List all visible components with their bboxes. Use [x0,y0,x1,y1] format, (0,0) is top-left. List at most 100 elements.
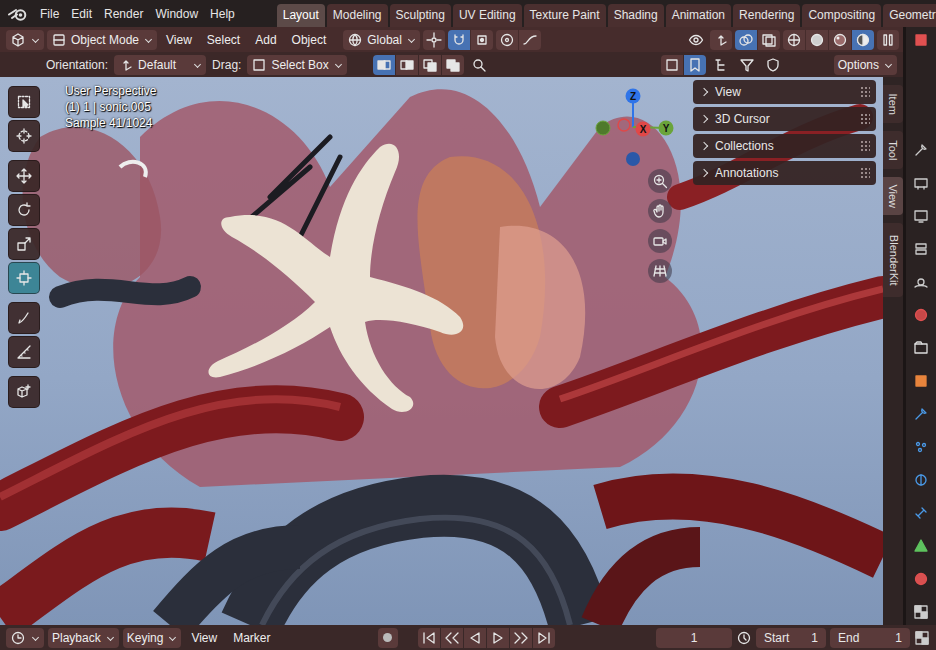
header-menu[interactable]: Select [201,31,246,49]
end-value[interactable]: 1 [895,629,902,647]
sidebar-tab[interactable]: BlenderKit [883,223,903,297]
sidebar-tab[interactable]: View [883,177,903,215]
camera-button[interactable] [648,229,672,253]
chevron-icon[interactable] [700,115,708,123]
grip-icon[interactable] [860,140,870,152]
workspace-label[interactable]: Sculpting [396,6,445,24]
output-tab[interactable] [913,208,929,229]
frame-value[interactable]: 1 [691,629,698,647]
header-menu[interactable]: Object [286,31,333,49]
sidebar-panel[interactable]: 3D Cursor [693,107,876,131]
zoom-button[interactable] [648,169,672,193]
timeline-menu[interactable]: Marker [227,629,276,647]
workspace-tab[interactable]: Compositing [802,4,881,27]
axis-gizmo[interactable]: ZYX [588,81,684,177]
shading-mat-button[interactable] [829,30,851,50]
pan-button[interactable] [648,199,672,223]
select-mode-button[interactable] [396,55,418,75]
xray-button[interactable] [758,30,780,50]
workspace-label[interactable]: Compositing [808,6,875,24]
render-tab[interactable] [913,175,929,196]
modifier-tab[interactable] [913,406,929,427]
world-tab[interactable] [913,307,929,328]
sidebar-panel[interactable]: View [693,80,876,104]
tab-label[interactable]: BlenderKit [885,235,902,286]
tool-button[interactable] [8,262,40,294]
workspace-label[interactable]: Geometr [889,6,936,24]
filter-button[interactable] [736,55,758,75]
constraints-tab[interactable] [913,505,929,526]
sidebar-panel[interactable]: Annotations [693,161,876,185]
timeline-dropdown[interactable]: Playback [48,628,119,648]
panel-title[interactable]: Collections [715,137,774,155]
tool-button[interactable] [8,86,40,118]
tool-button[interactable] [8,336,40,368]
workspace-tab[interactable]: Animation [666,4,731,27]
select-mode-button[interactable] [373,55,395,75]
end-frame-field[interactable]: End1 [830,628,910,648]
orientation-dropdown[interactable]: Global [343,30,420,50]
workspace-tab[interactable]: Layout [277,4,325,27]
chevron-icon[interactable] [700,88,708,96]
texture-tab[interactable] [913,604,929,625]
pivot-button[interactable] [423,30,445,50]
options-label[interactable]: Options [838,56,879,74]
view-layer-tab[interactable] [913,241,929,262]
transport-knext-button[interactable] [510,628,532,648]
gizmo-button[interactable] [710,30,732,50]
workspace-label[interactable]: Animation [672,6,725,24]
sidebar-tab[interactable]: Item [883,85,903,123]
tool-button[interactable] [8,160,40,192]
falloff-button[interactable] [519,30,541,50]
collection-tab[interactable] [913,340,929,361]
tool-button[interactable] [8,302,40,334]
workspace-label[interactable]: Modeling [333,6,382,24]
start-frame-field[interactable]: Start1 [756,628,826,648]
record-button[interactable] [378,628,398,648]
scene-tab[interactable] [913,274,929,295]
orientation-value[interactable]: Default [138,56,176,74]
tab-label[interactable]: View [885,184,902,208]
workspace-label[interactable]: UV Editing [459,6,516,24]
workspace-tab[interactable]: Sculpting [390,4,451,27]
menu-item[interactable]: Edit [65,0,98,27]
transform-orientation-dropdown[interactable]: Default [114,55,206,75]
region-button[interactable] [661,55,683,75]
object-tab[interactable] [913,373,929,394]
material-tab[interactable] [913,571,929,592]
shading-rend-button[interactable] [852,30,874,50]
menu-item[interactable]: Render [98,0,149,27]
workspace-tab[interactable]: UV Editing [453,4,522,27]
panel-title[interactable]: 3D Cursor [715,110,770,128]
transport-jend-button[interactable] [533,628,555,648]
panel-title[interactable]: View [715,83,741,101]
timeline-editor-dropdown[interactable] [6,628,44,648]
drag-value[interactable]: Select Box [271,56,328,74]
transport-pback-button[interactable] [464,628,486,648]
outliner-button[interactable] [710,55,732,75]
grip-icon[interactable] [860,113,870,125]
snap-target-button[interactable] [471,30,493,50]
current-frame-field[interactable]: 1 [656,628,732,648]
workspace-tab[interactable]: Shading [608,4,664,27]
workspace-tab[interactable]: Rendering [733,4,800,27]
physics-tab[interactable] [913,472,929,493]
shading-solid-button[interactable] [806,30,828,50]
workspace-tab[interactable]: Modeling [327,4,388,27]
search-button[interactable] [468,55,490,75]
menu-item[interactable]: File [34,0,65,27]
editor-type-dropdown[interactable] [6,30,44,50]
tool-button[interactable] [8,120,40,152]
magnet-button[interactable] [448,30,470,50]
particles-tab[interactable] [913,439,929,460]
timeline-menu[interactable]: View [185,629,223,647]
ortho-grid-button[interactable] [648,259,672,283]
transport-kprev-button[interactable] [441,628,463,648]
shading-wire-button[interactable] [783,30,805,50]
pause-render-button[interactable] [877,30,899,50]
viewport[interactable]: User Perspective(1) 1 | sonic.005Sample … [0,77,883,625]
mode-label[interactable]: Object Mode [71,31,139,49]
workspace-label[interactable]: Texture Paint [530,6,600,24]
header-menu[interactable]: Add [249,31,282,49]
transport-jstart-button[interactable] [418,628,440,648]
